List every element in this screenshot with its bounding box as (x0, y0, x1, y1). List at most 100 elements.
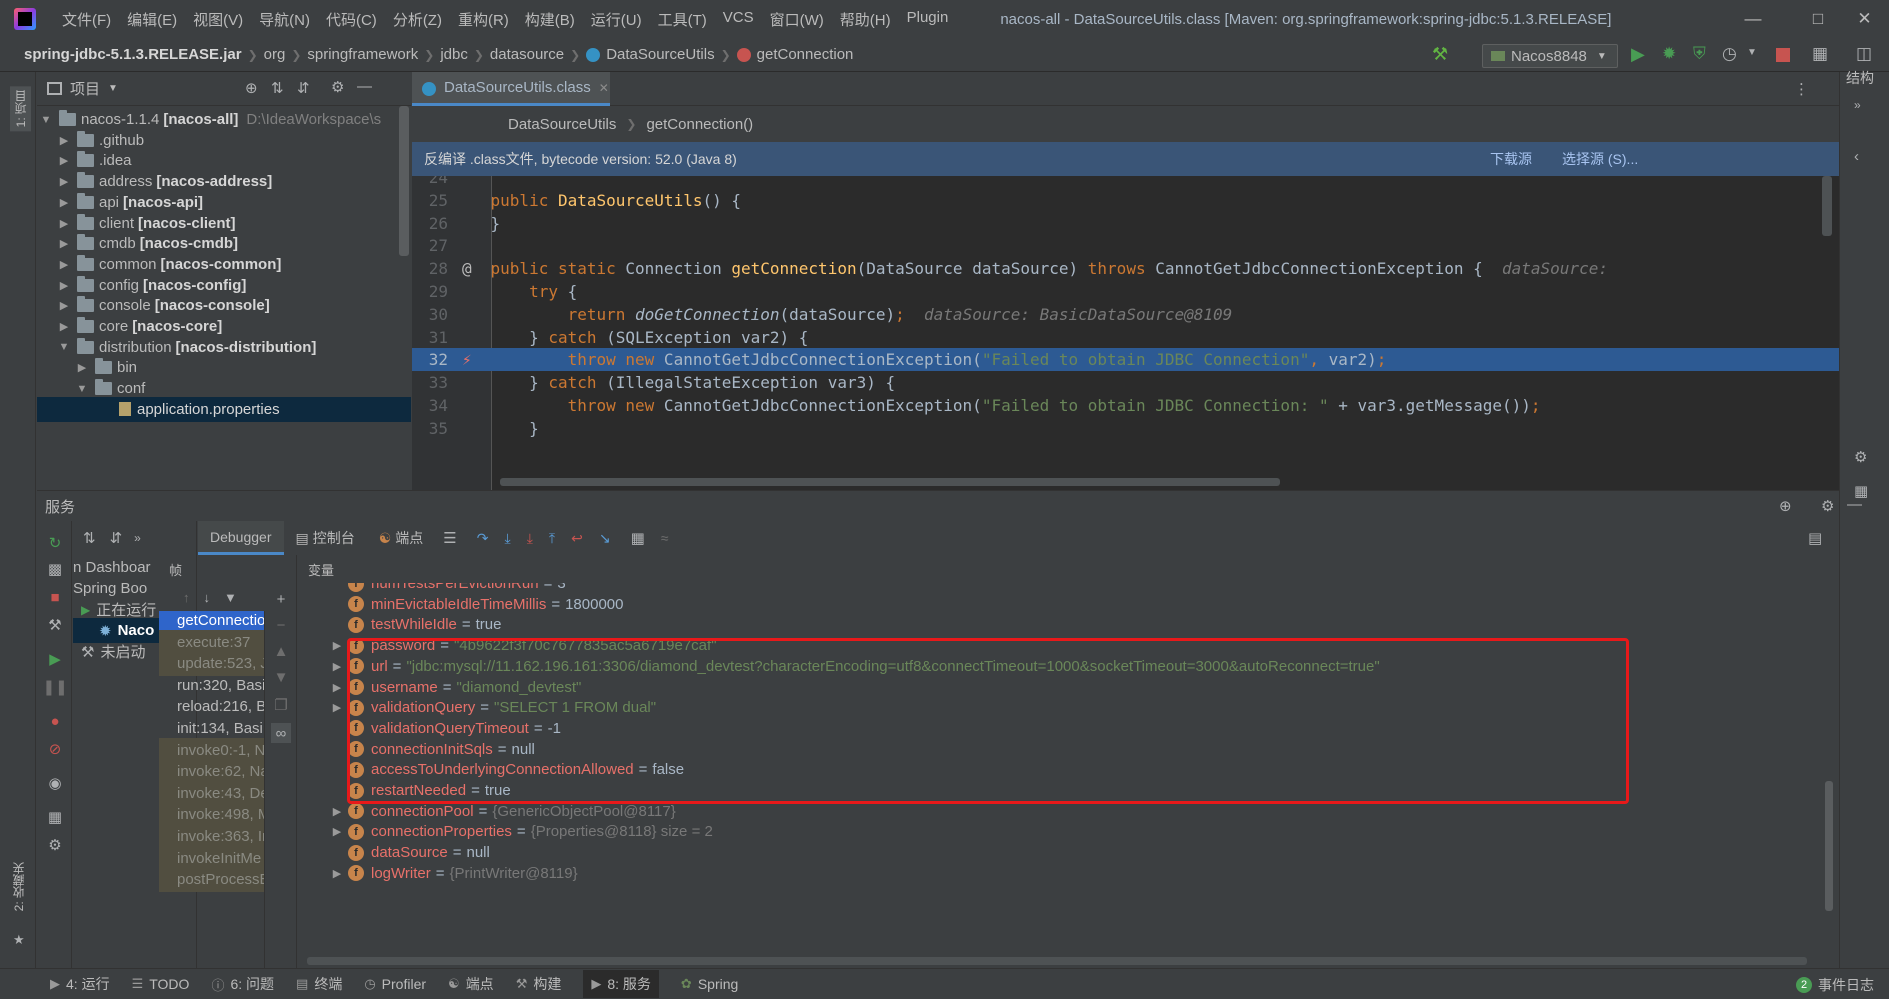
chevron-down-icon[interactable]: ▼ (75, 383, 89, 395)
expand-all-icon[interactable]: ⇅ (83, 529, 96, 547)
line-number[interactable]: 32 (412, 348, 448, 371)
statusbar-build[interactable]: ⚒ 构建 (516, 974, 562, 994)
editor-vertical-scrollbar[interactable] (1822, 176, 1832, 236)
menu-file[interactable]: 文件(F) (54, 9, 119, 30)
chevron-right-icon[interactable]: ▶ (57, 217, 71, 230)
chevron-right-icon[interactable]: ▶ (326, 825, 348, 838)
project-panel-title[interactable]: 项目 (70, 78, 100, 99)
gear-icon[interactable]: ⚙ (1821, 497, 1834, 515)
locate-icon[interactable]: ⊕ (245, 79, 258, 97)
tree-group-icon[interactable]: ▩ (45, 559, 65, 579)
close-tab-icon[interactable]: ✕ (599, 81, 609, 95)
variables-scrollbar[interactable] (1825, 781, 1833, 911)
chevron-right-icon[interactable]: ▶ (57, 175, 71, 188)
chevron-right-icon[interactable]: ▶ (57, 154, 71, 167)
run-configuration-select[interactable]: Nacos8848 ▼ (1482, 44, 1618, 68)
step-into-icon[interactable]: ⤓ (527, 530, 533, 547)
line-number[interactable]: 29 (412, 280, 448, 303)
chevron-right-icon[interactable]: ▶ (326, 701, 348, 714)
run-icon[interactable]: ▶ (1631, 44, 1645, 65)
line-number[interactable]: 33 (412, 371, 448, 394)
collapse-all-icon[interactable]: ⇵ (110, 529, 123, 547)
pause-icon[interactable]: ❚❚ (42, 677, 67, 697)
maximize-icon[interactable]: □ (1791, 0, 1845, 38)
coverage-icon[interactable]: ⛨ (1693, 44, 1706, 64)
add-watch-icon[interactable]: + (271, 589, 291, 609)
view-breakpoints-icon[interactable]: ● (45, 711, 65, 731)
menu-help[interactable]: 帮助(H) (832, 9, 899, 30)
gear-icon[interactable]: ⚙ (1854, 448, 1867, 466)
globe-icon[interactable]: ⊕ (1779, 497, 1792, 515)
star-icon[interactable]: ★ (13, 932, 25, 948)
menu-run[interactable]: 运行(U) (583, 9, 650, 30)
menu-analyze[interactable]: 分析(Z) (385, 9, 450, 30)
chevron-right-icon[interactable]: ▶ (326, 805, 348, 818)
more-icon[interactable]: » (134, 531, 141, 545)
variable-row[interactable]: ▶ f logWriter = {PrintWriter@8119} (298, 861, 1839, 886)
menu-build[interactable]: 构建(B) (517, 9, 583, 30)
variables-horizontal-scrollbar[interactable] (307, 957, 1807, 965)
line-number[interactable]: 25 (412, 189, 448, 212)
arrow-down-icon[interactable]: ↓ (204, 590, 211, 605)
resume-icon[interactable]: ▶ (45, 649, 65, 669)
event-log[interactable]: 2 事件日志 (1796, 975, 1874, 995)
stack-frame[interactable]: postProcessB (159, 867, 264, 893)
override-marker-icon[interactable]: @ (462, 257, 472, 280)
line-number[interactable]: 34 (412, 394, 448, 417)
line-number[interactable]: 30 (412, 303, 448, 326)
editor-breadcrumb-method[interactable]: getConnection() (646, 116, 753, 133)
chevron-down-icon[interactable]: ▼ (57, 341, 71, 353)
evaluate-expression-icon[interactable]: ▦ (631, 529, 645, 547)
chevron-right-icon[interactable]: ▶ (57, 279, 71, 292)
tab-console[interactable]: ▤ 控制台 (284, 521, 367, 555)
chevron-down-icon[interactable]: ▼ (39, 114, 53, 126)
chevron-left-icon[interactable]: ‹ (1854, 148, 1859, 165)
tab-menu-icon[interactable]: ⋮ (1794, 80, 1809, 98)
step-out-icon[interactable]: ⤒ (549, 530, 555, 547)
wrench-icon[interactable]: ⚒ (45, 615, 65, 635)
remove-watch-icon[interactable]: − (271, 615, 291, 635)
menu-plugin[interactable]: Plugin (899, 9, 957, 30)
line-number[interactable]: 24 (412, 176, 448, 189)
code-line-27[interactable]: 27 (412, 234, 1839, 257)
camera-icon[interactable]: ◉ (45, 773, 65, 793)
move-down-icon[interactable]: ▼ (271, 667, 291, 687)
statusbar-terminal[interactable]: ▤ 终端 (296, 974, 342, 994)
statusbar-spring[interactable]: ✿ Spring (681, 976, 738, 992)
code-line-33[interactable]: 33 } catch (IllegalStateException var3) … (412, 371, 1839, 394)
copy-icon[interactable]: ❐ (271, 695, 291, 715)
code-line-24[interactable]: 24 (412, 176, 1839, 189)
collapse-all-icon[interactable]: ⇵ (297, 79, 310, 97)
gear-icon[interactable]: ⚙ (331, 78, 344, 96)
chevron-right-icon[interactable]: ▶ (57, 299, 71, 312)
breadcrumb-datasource[interactable]: datasource (484, 46, 570, 63)
chevron-right-icon[interactable]: ▶ (57, 320, 71, 333)
run-to-cursor-icon[interactable]: ↘ (599, 530, 611, 547)
chevron-down-icon[interactable]: ▼ (108, 83, 118, 94)
drop-frame-icon[interactable]: ↩ (571, 530, 583, 547)
editor-horizontal-scrollbar[interactable] (500, 478, 1280, 486)
code-line-31[interactable]: 31 } catch (SQLException var2) { (412, 326, 1839, 349)
close-icon[interactable]: ✕ (1840, 0, 1889, 38)
project-structure-icon[interactable]: ▦ (1812, 44, 1828, 64)
minimize-icon[interactable]: — (1726, 0, 1780, 38)
code-line-35[interactable]: 35 } (412, 417, 1839, 440)
arrow-up-icon[interactable]: ↑ (183, 590, 190, 605)
stop-icon[interactable]: ■ (45, 587, 65, 607)
menu-tools[interactable]: 工具(T) (650, 9, 715, 30)
show-execution-point-icon[interactable]: ↷ (477, 530, 489, 547)
breadcrumb-org[interactable]: org (258, 46, 292, 63)
chevron-right-icon[interactable]: ▶ (326, 660, 348, 673)
statusbar-endpoints[interactable]: ☯ 端点 (448, 974, 494, 994)
chevron-right-icon[interactable]: » (1854, 98, 1861, 112)
stop-icon[interactable] (1776, 48, 1790, 62)
breadcrumb-jdbc[interactable]: jdbc (434, 46, 474, 63)
chevron-right-icon[interactable]: ▶ (326, 867, 348, 880)
download-source-link[interactable]: 下载源 (1490, 149, 1532, 169)
chevron-right-icon[interactable]: ▶ (57, 258, 71, 271)
chevron-right-icon[interactable]: ▶ (57, 196, 71, 209)
project-scrollbar[interactable] (399, 106, 409, 256)
breadcrumb-method[interactable]: getConnection (751, 46, 860, 63)
statusbar-services[interactable]: ▶ 8: 服务 (583, 970, 659, 998)
menu-view[interactable]: 视图(V) (185, 9, 251, 30)
